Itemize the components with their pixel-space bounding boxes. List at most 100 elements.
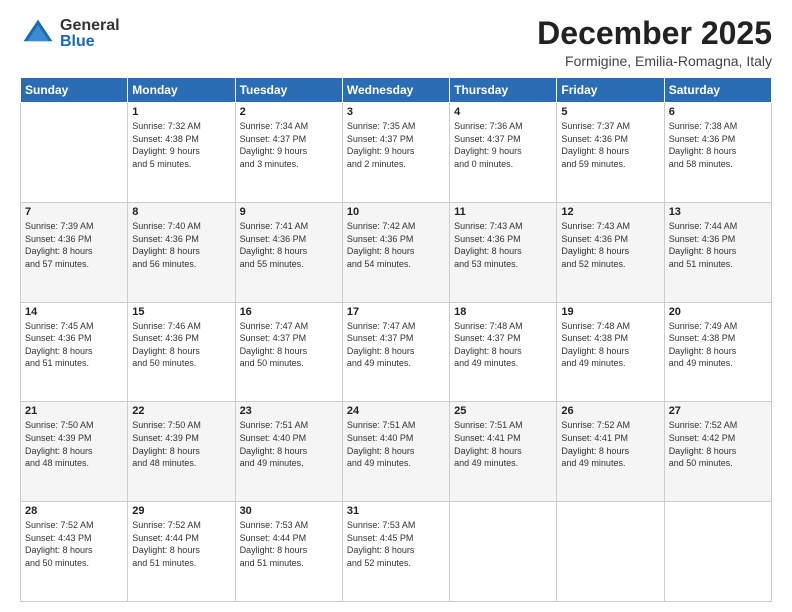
calendar-cell: 9 Sunrise: 7:41 AMSunset: 4:36 PMDaylight…	[235, 202, 342, 302]
calendar-cell: 14 Sunrise: 7:45 AMSunset: 4:36 PMDayligh…	[21, 302, 128, 402]
calendar-cell: 1 Sunrise: 7:32 AMSunset: 4:38 PMDaylight…	[128, 103, 235, 203]
calendar-cell: 13Sunrise: 7:44 AMSunset: 4:36 PMDayligh…	[664, 202, 771, 302]
calendar-header-wednesday: Wednesday	[342, 78, 449, 103]
day-info: Sunrise: 7:52 AMSunset: 4:44 PMDaylight:…	[132, 519, 230, 569]
day-number: 3	[347, 106, 445, 118]
page: General Blue December 2025 Formigine, Em…	[0, 0, 792, 612]
day-number: 17	[347, 306, 445, 318]
calendar-cell: 31 Sunrise: 7:53 AMSunset: 4:45 PMDayligh…	[342, 502, 449, 602]
day-number: 28	[25, 505, 123, 517]
day-number: 2	[240, 106, 338, 118]
day-number: 26	[561, 405, 659, 417]
day-number: 20	[669, 306, 767, 318]
calendar-cell: 18 Sunrise: 7:48 AMSunset: 4:37 PMDayligh…	[450, 302, 557, 402]
day-info: Sunrise: 7:52 AMSunset: 4:41 PMDaylight:…	[561, 419, 659, 469]
day-number: 27	[669, 405, 767, 417]
logo-general-text: General	[60, 18, 120, 34]
calendar-header-tuesday: Tuesday	[235, 78, 342, 103]
calendar-cell: 30 Sunrise: 7:53 AMSunset: 4:44 PMDayligh…	[235, 502, 342, 602]
day-number: 18	[454, 306, 552, 318]
day-info: Sunrise: 7:37 AMSunset: 4:36 PMDaylight:…	[561, 120, 659, 170]
day-info: Sunrise: 7:32 AMSunset: 4:38 PMDaylight:…	[132, 120, 230, 170]
day-info: Sunrise: 7:43 AMSunset: 4:36 PMDaylight:…	[454, 220, 552, 270]
calendar-header-row: SundayMondayTuesdayWednesdayThursdayFrid…	[21, 78, 772, 103]
title-section: December 2025 Formigine, Emilia-Romagna,…	[537, 16, 772, 69]
subtitle: Formigine, Emilia-Romagna, Italy	[537, 53, 772, 69]
day-info: Sunrise: 7:36 AMSunset: 4:37 PMDaylight:…	[454, 120, 552, 170]
calendar-cell: 26 Sunrise: 7:52 AMSunset: 4:41 PMDayligh…	[557, 402, 664, 502]
day-number: 1	[132, 106, 230, 118]
calendar-cell: 11Sunrise: 7:43 AMSunset: 4:36 PMDayligh…	[450, 202, 557, 302]
calendar-cell: 25Sunrise: 7:51 AMSunset: 4:41 PMDayligh…	[450, 402, 557, 502]
day-number: 23	[240, 405, 338, 417]
day-info: Sunrise: 7:52 AMSunset: 4:42 PMDaylight:…	[669, 419, 767, 469]
calendar-header-saturday: Saturday	[664, 78, 771, 103]
day-info: Sunrise: 7:53 AMSunset: 4:44 PMDaylight:…	[240, 519, 338, 569]
day-info: Sunrise: 7:45 AMSunset: 4:36 PMDaylight:…	[25, 320, 123, 370]
day-number: 19	[561, 306, 659, 318]
calendar-header-thursday: Thursday	[450, 78, 557, 103]
calendar-table: SundayMondayTuesdayWednesdayThursdayFrid…	[20, 77, 772, 602]
calendar-cell: 15 Sunrise: 7:46 AMSunset: 4:36 PMDayligh…	[128, 302, 235, 402]
calendar-cell	[450, 502, 557, 602]
calendar-cell	[557, 502, 664, 602]
calendar-cell: 22 Sunrise: 7:50 AMSunset: 4:39 PMDayligh…	[128, 402, 235, 502]
day-info: Sunrise: 7:50 AMSunset: 4:39 PMDaylight:…	[25, 419, 123, 469]
calendar-cell: 21 Sunrise: 7:50 AMSunset: 4:39 PMDayligh…	[21, 402, 128, 502]
day-info: Sunrise: 7:51 AMSunset: 4:40 PMDaylight:…	[347, 419, 445, 469]
day-info: Sunrise: 7:48 AMSunset: 4:37 PMDaylight:…	[454, 320, 552, 370]
calendar-cell: 28Sunrise: 7:52 AMSunset: 4:43 PMDayligh…	[21, 502, 128, 602]
calendar-cell: 24Sunrise: 7:51 AMSunset: 4:40 PMDayligh…	[342, 402, 449, 502]
day-info: Sunrise: 7:43 AMSunset: 4:36 PMDaylight:…	[561, 220, 659, 270]
day-info: Sunrise: 7:51 AMSunset: 4:41 PMDaylight:…	[454, 419, 552, 469]
calendar-week-row: 7 Sunrise: 7:39 AMSunset: 4:36 PMDaylight…	[21, 202, 772, 302]
day-number: 5	[561, 106, 659, 118]
logo-icon	[20, 16, 56, 52]
day-number: 22	[132, 405, 230, 417]
calendar-cell: 3 Sunrise: 7:35 AMSunset: 4:37 PMDaylight…	[342, 103, 449, 203]
calendar-cell: 4Sunrise: 7:36 AMSunset: 4:37 PMDaylight…	[450, 103, 557, 203]
calendar-cell: 5 Sunrise: 7:37 AMSunset: 4:36 PMDaylight…	[557, 103, 664, 203]
day-info: Sunrise: 7:34 AMSunset: 4:37 PMDaylight:…	[240, 120, 338, 170]
header: General Blue December 2025 Formigine, Em…	[20, 16, 772, 69]
day-info: Sunrise: 7:50 AMSunset: 4:39 PMDaylight:…	[132, 419, 230, 469]
day-number: 8	[132, 206, 230, 218]
day-number: 15	[132, 306, 230, 318]
day-info: Sunrise: 7:38 AMSunset: 4:36 PMDaylight:…	[669, 120, 767, 170]
day-info: Sunrise: 7:49 AMSunset: 4:38 PMDaylight:…	[669, 320, 767, 370]
calendar-cell: 16 Sunrise: 7:47 AMSunset: 4:37 PMDayligh…	[235, 302, 342, 402]
calendar-cell: 10Sunrise: 7:42 AMSunset: 4:36 PMDayligh…	[342, 202, 449, 302]
calendar-cell: 8Sunrise: 7:40 AMSunset: 4:36 PMDaylight…	[128, 202, 235, 302]
calendar-cell: 12Sunrise: 7:43 AMSunset: 4:36 PMDayligh…	[557, 202, 664, 302]
day-info: Sunrise: 7:51 AMSunset: 4:40 PMDaylight:…	[240, 419, 338, 469]
day-info: Sunrise: 7:47 AMSunset: 4:37 PMDaylight:…	[347, 320, 445, 370]
calendar-cell: 6 Sunrise: 7:38 AMSunset: 4:36 PMDaylight…	[664, 103, 771, 203]
calendar-cell	[21, 103, 128, 203]
day-number: 14	[25, 306, 123, 318]
day-info: Sunrise: 7:44 AMSunset: 4:36 PMDaylight:…	[669, 220, 767, 270]
calendar-week-row: 14 Sunrise: 7:45 AMSunset: 4:36 PMDayligh…	[21, 302, 772, 402]
calendar-cell: 20 Sunrise: 7:49 AMSunset: 4:38 PMDayligh…	[664, 302, 771, 402]
day-number: 30	[240, 505, 338, 517]
calendar-cell: 7 Sunrise: 7:39 AMSunset: 4:36 PMDaylight…	[21, 202, 128, 302]
calendar-week-row: 28Sunrise: 7:52 AMSunset: 4:43 PMDayligh…	[21, 502, 772, 602]
calendar-cell: 19 Sunrise: 7:48 AMSunset: 4:38 PMDayligh…	[557, 302, 664, 402]
calendar-header-friday: Friday	[557, 78, 664, 103]
day-number: 21	[25, 405, 123, 417]
calendar-cell: 29Sunrise: 7:52 AMSunset: 4:44 PMDayligh…	[128, 502, 235, 602]
day-info: Sunrise: 7:42 AMSunset: 4:36 PMDaylight:…	[347, 220, 445, 270]
day-info: Sunrise: 7:35 AMSunset: 4:37 PMDaylight:…	[347, 120, 445, 170]
day-number: 7	[25, 206, 123, 218]
day-info: Sunrise: 7:46 AMSunset: 4:36 PMDaylight:…	[132, 320, 230, 370]
day-number: 6	[669, 106, 767, 118]
day-info: Sunrise: 7:53 AMSunset: 4:45 PMDaylight:…	[347, 519, 445, 569]
day-number: 16	[240, 306, 338, 318]
day-info: Sunrise: 7:41 AMSunset: 4:36 PMDaylight:…	[240, 220, 338, 270]
day-info: Sunrise: 7:47 AMSunset: 4:37 PMDaylight:…	[240, 320, 338, 370]
day-info: Sunrise: 7:48 AMSunset: 4:38 PMDaylight:…	[561, 320, 659, 370]
day-info: Sunrise: 7:39 AMSunset: 4:36 PMDaylight:…	[25, 220, 123, 270]
logo: General Blue	[20, 16, 120, 52]
day-number: 9	[240, 206, 338, 218]
day-number: 31	[347, 505, 445, 517]
logo-label: General Blue	[60, 18, 120, 50]
